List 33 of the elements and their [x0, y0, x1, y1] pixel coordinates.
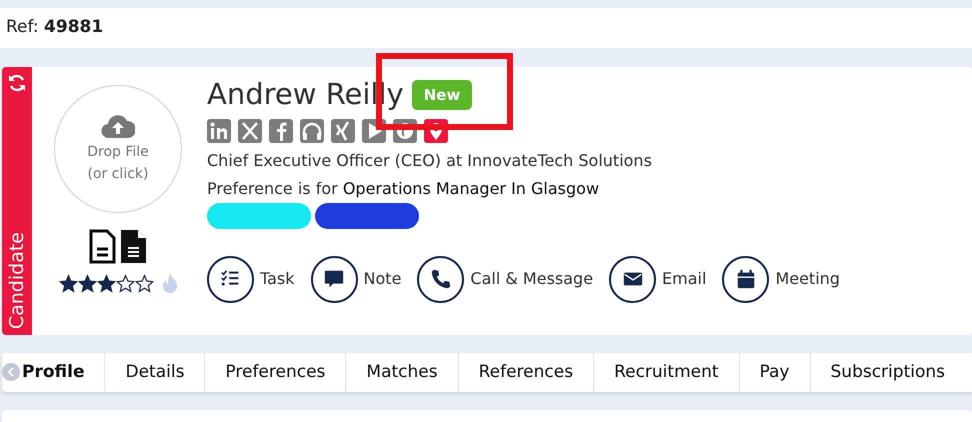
dropzone-hint: (or click) — [88, 165, 148, 184]
reference-text: Ref: 49881 — [6, 16, 104, 40]
chevron-left-icon — [7, 367, 15, 377]
cloud-upload-icon — [101, 112, 135, 139]
action-button[interactable]: Call & Message — [417, 256, 594, 303]
status-badge: New — [412, 80, 472, 110]
job-title-text: Chief Executive Officer (CEO) at InnovateTech Solutions — [207, 150, 653, 172]
tab[interactable]: Details — [105, 353, 206, 392]
action-button[interactable]: Email — [609, 256, 706, 303]
tab[interactable]: Pay — [740, 353, 810, 392]
action-button[interactable]: Meeting — [722, 256, 840, 303]
tab[interactable]: Matches — [346, 353, 459, 392]
tab[interactable]: Subscriptions — [810, 353, 949, 392]
tab[interactable]: Preferences — [205, 353, 346, 392]
preference-value: Operations Manager In Glasgow — [342, 178, 600, 198]
x-icon[interactable] — [238, 118, 262, 143]
headphones-icon[interactable] — [300, 118, 324, 143]
tab[interactable]: Recruitment — [594, 353, 740, 392]
facebook-icon[interactable] — [269, 118, 293, 143]
tag-pill[interactable] — [315, 202, 419, 229]
tab[interactable]: Profile — [2, 353, 106, 392]
document-icon[interactable] — [89, 229, 116, 264]
star-rating[interactable] — [58, 274, 154, 292]
refresh-icon[interactable] — [7, 73, 27, 93]
document-icon[interactable] — [120, 229, 147, 264]
phone-icon — [430, 268, 452, 290]
file-dropzone[interactable]: Drop File (or click) — [54, 85, 182, 213]
preference-label: Preference is for — [207, 178, 338, 198]
linkedin-icon[interactable] — [207, 118, 231, 143]
xing-icon[interactable] — [331, 118, 355, 143]
dropzone-text: Drop File — [87, 142, 149, 162]
tab[interactable]: References — [458, 353, 594, 392]
record-type-label: Candidate — [8, 232, 26, 329]
